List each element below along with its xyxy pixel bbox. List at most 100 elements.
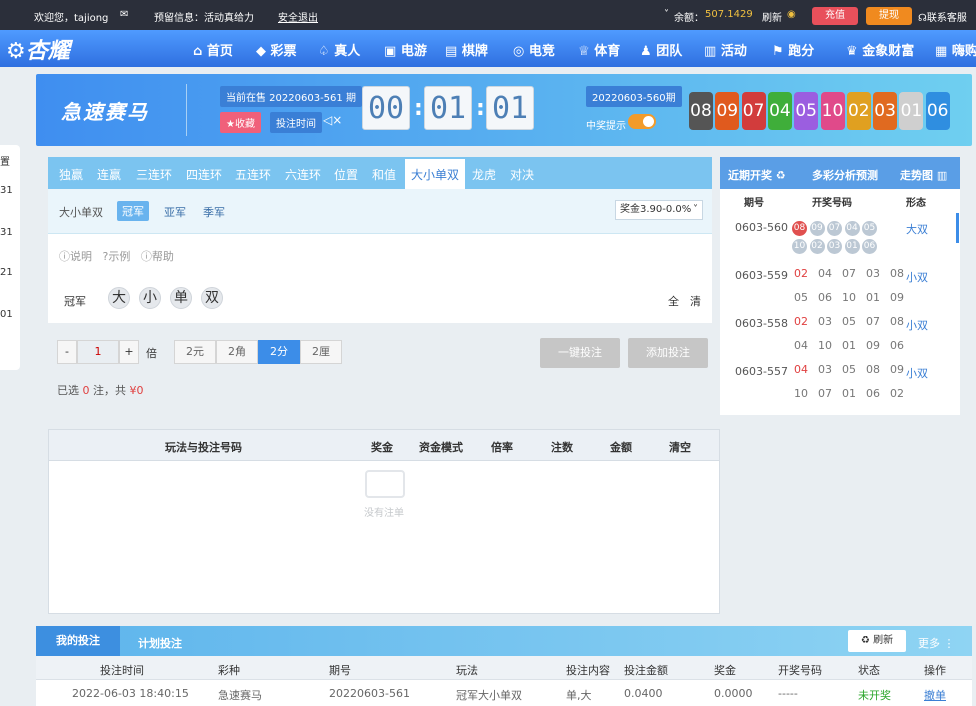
- scrollbar[interactable]: [956, 213, 959, 243]
- explain-link[interactable]: 说明: [70, 250, 92, 263]
- help-link[interactable]: 帮助: [152, 250, 174, 263]
- deposit-button[interactable]: 充值: [812, 7, 858, 25]
- chevron-down-icon[interactable]: ˅: [664, 9, 669, 20]
- nav-wealth[interactable]: ♛ 金象财富: [846, 40, 914, 59]
- tab-my-bets[interactable]: 我的投注: [36, 626, 120, 656]
- result-number: 06: [890, 339, 904, 352]
- withdraw-button[interactable]: 提现: [866, 7, 912, 25]
- result-ball: 03: [873, 92, 898, 130]
- my-bets-tabs: 我的投注 计划投注 ♻ 刷新 更多 ⋮: [36, 626, 972, 656]
- bet-list-header: 玩法与投注号码 奖金 资金模式 倍率 注数 金额 清空: [49, 430, 719, 461]
- pick-even[interactable]: 双: [201, 287, 223, 309]
- sub-tab-active[interactable]: 冠军: [117, 201, 149, 221]
- unit-li[interactable]: 2厘: [300, 340, 342, 364]
- balance-label: 余额：: [674, 13, 704, 24]
- side-item[interactable]: 31: [0, 227, 13, 238]
- select-all-button[interactable]: 全: [668, 293, 679, 309]
- side-item[interactable]: 21: [0, 267, 13, 278]
- logout-link[interactable]: 安全退出: [278, 9, 318, 24]
- refresh-button[interactable]: ♻ 刷新: [848, 630, 906, 652]
- example-link[interactable]: 示例: [108, 250, 130, 263]
- logo[interactable]: ⚙杏耀: [6, 33, 70, 65]
- pick-small[interactable]: 小: [139, 287, 161, 309]
- odds-select[interactable]: 奖金3.90-0.0% ˅: [615, 200, 703, 220]
- tab-play[interactable]: 五连环: [235, 166, 271, 183]
- nav-sports[interactable]: ♕ 体育: [578, 40, 620, 59]
- tab-play[interactable]: 和值: [372, 166, 396, 183]
- col-play: 玩法与投注号码: [165, 441, 242, 454]
- nav-promo[interactable]: ▥ 活动: [704, 40, 747, 59]
- tab-trend[interactable]: 走势图 ▥: [900, 167, 947, 183]
- tab-play[interactable]: 六连环: [285, 166, 321, 183]
- win-tip-toggle[interactable]: [628, 114, 656, 129]
- nav-team[interactable]: ♟ 团队: [640, 40, 682, 59]
- nav-run[interactable]: ⚑ 跑分: [772, 40, 814, 59]
- result-number: 10: [794, 387, 808, 400]
- tab-analysis[interactable]: 多彩分析预测: [812, 167, 878, 183]
- bet-controls: - 1 + 倍 2元 2角 2分 2厘 一键投注 添加投注 已选 0 注，共 ¥…: [36, 330, 722, 410]
- result-ball: 08: [689, 92, 713, 130]
- nav-live[interactable]: ♤ 真人: [318, 40, 360, 59]
- support-link[interactable]: ☊联系客服: [918, 9, 967, 24]
- nav-slots[interactable]: ▣ 电游: [384, 40, 427, 59]
- side-item[interactable]: 31: [0, 185, 13, 196]
- row-form: 小双: [906, 271, 928, 284]
- tab-play[interactable]: 位置: [334, 166, 358, 183]
- clear-all-button[interactable]: 清空: [669, 439, 691, 455]
- side-item[interactable]: 01: [0, 309, 13, 320]
- game-name: 急速赛马: [61, 100, 149, 124]
- list-item: 0603-557 04 03 05 08 09 10 07 01 06 02 小双: [720, 357, 960, 405]
- tab-plan-bets[interactable]: 计划投注: [138, 635, 182, 651]
- nav-esports[interactable]: ◎ 电竞: [513, 40, 555, 59]
- collect-button[interactable]: ★收藏: [220, 112, 261, 133]
- nav-label: 棋牌: [461, 44, 488, 59]
- pick-label: 冠军: [64, 295, 86, 308]
- tab-play-active[interactable]: 大小单双: [405, 159, 466, 189]
- mute-icon[interactable]: ◁×: [323, 113, 342, 127]
- main-nav: ⚙杏耀 ⌂ 首页 ◆ 彩票 ♤ 真人 ▣ 电游 ▤ 棋牌 ◎ 电竞 ♕ 体育 ♟…: [0, 30, 976, 67]
- nav-label: 首页: [206, 44, 233, 59]
- nav-lottery[interactable]: ◆ 彩票: [256, 40, 297, 59]
- bet-time-button[interactable]: 投注时间: [270, 112, 322, 133]
- cell: 冠军大小单双: [456, 689, 522, 702]
- nav-cards[interactable]: ▤ 棋牌: [445, 40, 488, 59]
- sub-tab[interactable]: 亚军: [164, 204, 186, 220]
- result-number: 04: [794, 339, 808, 352]
- clear-button[interactable]: 清: [690, 293, 701, 309]
- unit-yuan[interactable]: 2元: [174, 340, 216, 364]
- result-ball: 06: [925, 92, 950, 130]
- multiplier-input[interactable]: 1: [77, 340, 119, 364]
- row-form: 小双: [906, 319, 928, 332]
- help-icon: ⓘ: [140, 250, 152, 263]
- nav-shop[interactable]: ▦ 嗨购: [935, 40, 976, 59]
- tab-play[interactable]: 龙虎: [472, 166, 496, 183]
- tab-play[interactable]: 对决: [510, 166, 534, 183]
- mail-icon[interactable]: ✉: [120, 9, 128, 20]
- tab-play[interactable]: 三连环: [136, 166, 172, 183]
- refresh-link[interactable]: 刷新: [762, 9, 782, 24]
- col-mode: 资金模式: [419, 441, 463, 454]
- add-bet-button[interactable]: 添加投注: [628, 338, 708, 368]
- sub-tab[interactable]: 季军: [203, 204, 225, 220]
- tab-play[interactable]: 独赢: [59, 166, 83, 183]
- pick-big[interactable]: 大: [108, 287, 130, 309]
- col-amount: 金额: [610, 441, 632, 454]
- more-label: 更多: [918, 637, 940, 650]
- tab-play[interactable]: 连赢: [97, 166, 121, 183]
- result-number: 08: [866, 363, 880, 376]
- col-period: 期号: [744, 198, 764, 209]
- tab-play[interactable]: 四连环: [186, 166, 222, 183]
- colon: :: [414, 96, 423, 121]
- cancel-bet-link[interactable]: 撤单: [924, 687, 946, 703]
- quick-bet-button[interactable]: 一键投注: [540, 338, 620, 368]
- plus-button[interactable]: +: [119, 340, 139, 364]
- nav-home[interactable]: ⌂ 首页: [193, 40, 233, 59]
- tab-recent[interactable]: 近期开奖 ♻: [728, 167, 786, 183]
- minus-button[interactable]: -: [57, 340, 77, 364]
- nav-label: 彩票: [270, 44, 297, 59]
- unit-jiao[interactable]: 2角: [216, 340, 258, 364]
- unit-fen[interactable]: 2分: [258, 340, 300, 364]
- pick-odd[interactable]: 单: [170, 287, 192, 309]
- eye-icon[interactable]: ◉: [787, 9, 796, 20]
- more-link[interactable]: 更多 ⋮: [918, 635, 955, 651]
